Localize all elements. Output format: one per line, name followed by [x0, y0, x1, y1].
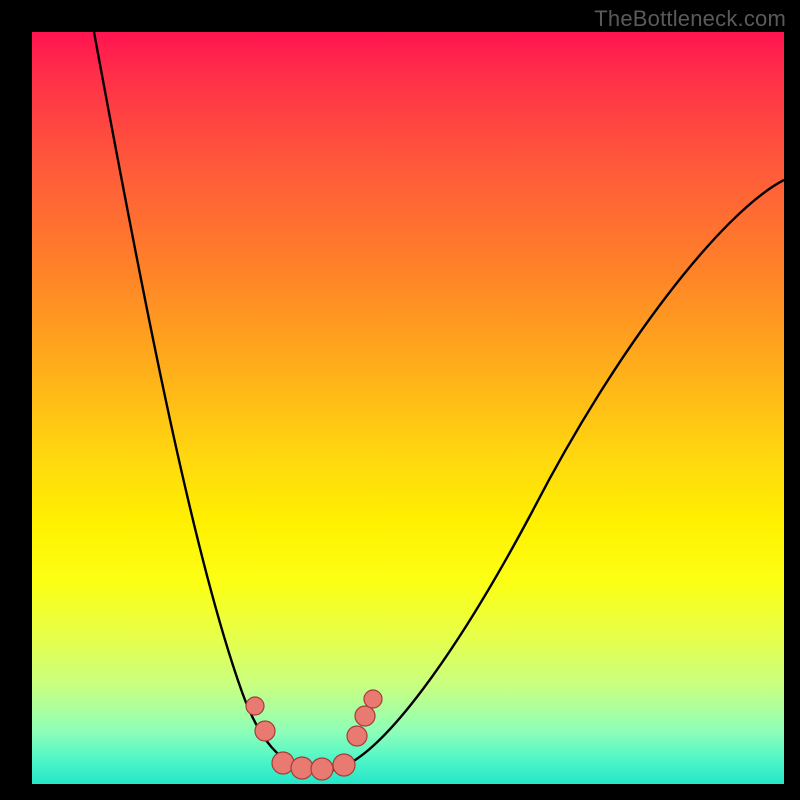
- left-curve: [94, 32, 304, 767]
- marker: [291, 757, 313, 779]
- marker: [355, 706, 375, 726]
- marker-group: [246, 690, 382, 780]
- marker: [347, 726, 367, 746]
- marker: [272, 752, 294, 774]
- chart-frame: TheBottleneck.com: [0, 0, 800, 800]
- marker: [255, 721, 275, 741]
- marker: [311, 758, 333, 780]
- marker: [246, 697, 264, 715]
- marker: [364, 690, 382, 708]
- marker: [333, 754, 355, 776]
- plot-area: [32, 32, 784, 784]
- watermark-text: TheBottleneck.com: [594, 6, 786, 32]
- curve-layer: [32, 32, 784, 784]
- right-curve: [342, 180, 784, 767]
